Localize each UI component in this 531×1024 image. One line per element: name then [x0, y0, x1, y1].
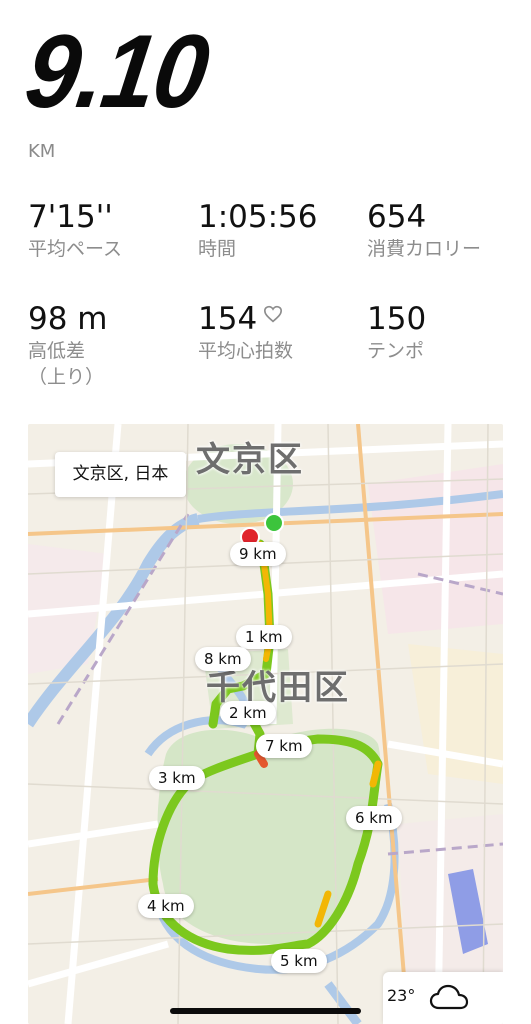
- stat-cadence: 150 テンポ: [367, 302, 426, 364]
- cloud-icon: [429, 984, 469, 1010]
- km-marker-8: 8 km: [195, 647, 251, 671]
- km-marker-9: 9 km: [230, 542, 286, 566]
- stat-heart-rate: 154 平均心拍数: [198, 302, 293, 364]
- location-label: 文京区, 日本: [55, 452, 186, 497]
- cadence-value: 150: [367, 301, 427, 337]
- distance-value: 9.10: [18, 14, 214, 130]
- temperature: 23°: [387, 986, 416, 1005]
- time-label: 時間: [198, 238, 237, 260]
- calories-value: 654: [367, 199, 427, 235]
- home-indicator[interactable]: [170, 1008, 361, 1014]
- elevation-label: 高低差: [28, 340, 86, 362]
- distance-unit: KM: [28, 141, 56, 162]
- km-marker-1: 1 km: [236, 625, 292, 649]
- pace-value: 7'15'': [28, 199, 113, 235]
- cadence-label: テンポ: [367, 340, 425, 362]
- km-marker-7: 7 km: [256, 734, 312, 758]
- elevation-sublabel: （上り）: [28, 366, 105, 388]
- route-map[interactable]: 文京区, 日本 文京区 千代田区 9 km 1 km 8 km 2 km 7 k…: [28, 424, 503, 1024]
- heart-rate-label: 平均心拍数: [198, 340, 294, 362]
- km-marker-2: 2 km: [220, 701, 276, 725]
- km-marker-4: 4 km: [138, 894, 194, 918]
- ward-label-bunkyo: 文京区: [196, 440, 304, 480]
- stat-calories: 654 消費カロリー: [367, 200, 481, 262]
- elevation-value: 98 m: [28, 301, 108, 337]
- time-value: 1:05:56: [198, 199, 318, 235]
- km-marker-6: 6 km: [346, 806, 402, 830]
- calories-label: 消費カロリー: [367, 238, 482, 260]
- heart-outline-icon: [264, 305, 283, 323]
- stat-elevation: 98 m 高低差 （上り）: [28, 302, 108, 390]
- stat-time: 1:05:56 時間: [198, 200, 318, 262]
- weather-badge: 23°: [383, 972, 503, 1024]
- km-marker-5: 5 km: [271, 949, 327, 973]
- stat-pace: 7'15'' 平均ペース: [28, 200, 122, 262]
- pace-label: 平均ペース: [28, 238, 123, 260]
- km-marker-3: 3 km: [149, 766, 205, 790]
- heart-rate-value: 154: [198, 301, 258, 337]
